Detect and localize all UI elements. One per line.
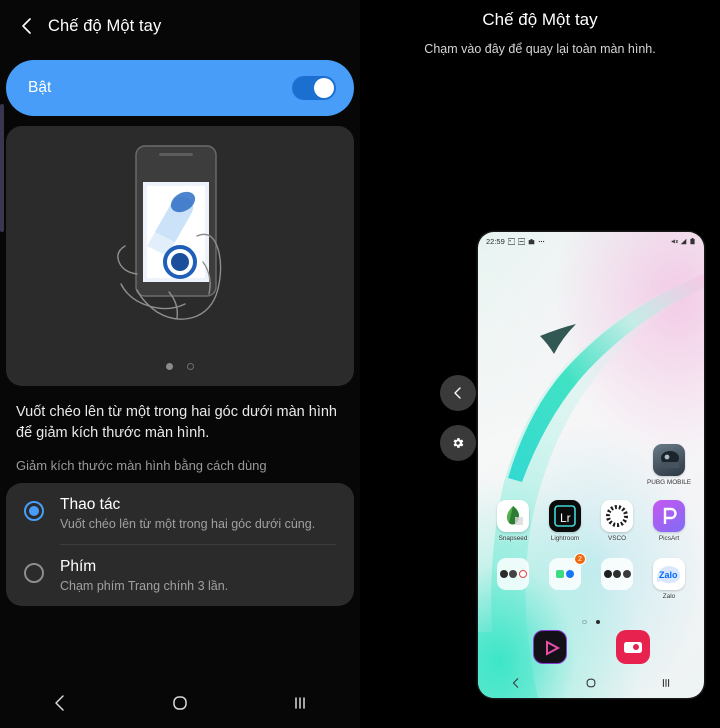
app-label: VSCO	[607, 535, 627, 542]
folder-1[interactable]	[492, 558, 534, 600]
mini-navigation-bar	[478, 672, 704, 694]
home-dot-2[interactable]	[595, 619, 600, 624]
folder-3[interactable]	[596, 558, 638, 600]
app-label: PicsArt	[658, 535, 680, 542]
svg-text:Lr: Lr	[560, 511, 571, 525]
notification-badge: 2	[574, 553, 586, 565]
option-subtitle: Vuốt chéo lên từ một trong hai góc dưới …	[60, 517, 316, 532]
toggle-knob	[314, 78, 334, 98]
radio-button-unselected[interactable]	[24, 563, 44, 584]
carousel-dot-2[interactable]	[187, 363, 194, 370]
folder-dark-icon	[601, 558, 633, 590]
app-label: Lightroom	[550, 535, 580, 542]
mode-options-card: Thao tác Vuốt chéo lên từ một trong hai …	[6, 483, 354, 607]
vsco-icon	[601, 500, 633, 532]
app-row-2: Snapseed Lr Lightroom VSCO PicsArt	[492, 500, 690, 542]
illustration-card	[6, 126, 354, 386]
option-subtitle: Chạm phím Trang chính 3 lần.	[60, 579, 229, 594]
system-navigation-bar	[0, 678, 360, 728]
option-title: Phím	[60, 558, 97, 576]
app-vsco[interactable]: VSCO	[596, 500, 638, 542]
mini-dock	[478, 630, 704, 664]
lightroom-icon: Lr	[549, 500, 581, 532]
more-dots-icon	[538, 240, 545, 242]
mini-phone-preview[interactable]: 22:59 PUBG MOBILE Snapseed Lr Lightroom …	[478, 232, 704, 698]
one-handed-mode-panel: Chế độ Một tay Chạm vào đây để quay lại …	[360, 0, 720, 728]
status-left: 22:59	[486, 237, 545, 246]
settings-panel: Chế độ Một tay Bật Vuốt chéo lên từ một …	[0, 0, 360, 728]
battery-icon	[690, 237, 695, 244]
recents-nav-button[interactable]	[270, 683, 330, 723]
screenshot-icon	[517, 237, 525, 245]
app-snapseed[interactable]: Snapseed	[492, 500, 534, 542]
option-title: Thao tác	[60, 496, 121, 514]
radio-button-selected[interactable]	[24, 501, 44, 522]
settings-button[interactable]	[440, 425, 476, 461]
carousel-dot-1[interactable]	[166, 363, 173, 370]
collapse-back-button[interactable]	[440, 375, 476, 411]
option-texts: Phím Chạm phím Trang chính 3 lần.	[60, 558, 228, 593]
app-row-3: 2 Zalo Zalo	[492, 553, 690, 600]
one-handed-subtitle: Chạm vào đây để quay lại toàn màn hình.	[424, 42, 656, 56]
app-label: Snapseed	[498, 535, 528, 542]
page-title: Chế độ Một tay	[48, 16, 162, 35]
description-sub: Giảm kích thước màn hình bằng cách dùng	[16, 458, 267, 474]
svg-text:Zalo: Zalo	[659, 570, 678, 580]
one-handed-gesture-illustration	[85, 134, 275, 364]
mute-icon	[671, 238, 678, 244]
home-dot-1[interactable]	[582, 619, 587, 624]
app-row-1: PUBG MOBILE	[492, 444, 692, 486]
folder-icon	[497, 558, 529, 590]
description-main: Vuốt chéo lên từ một trong hai góc dưới …	[16, 404, 337, 442]
camera-icon[interactable]	[615, 630, 650, 664]
one-handed-mode-toggle-row[interactable]: Bật	[6, 60, 354, 116]
video-player-icon[interactable]	[532, 630, 567, 664]
folder-2-social[interactable]: 2	[544, 553, 586, 600]
app-zalo[interactable]: Zalo Zalo	[648, 558, 690, 600]
app-label: PUBG MOBILE	[646, 479, 692, 486]
edge-scroll-indicator[interactable]	[0, 104, 4, 232]
pubg-mobile-icon	[653, 444, 685, 476]
picsart-icon	[653, 500, 685, 532]
option-button[interactable]: Phím Chạm phím Trang chính 3 lần.	[6, 545, 354, 606]
home-page-dots	[582, 619, 600, 624]
snapseed-icon	[497, 500, 529, 532]
one-handed-title: Chế độ Một tay	[482, 10, 598, 29]
back-chevron-icon[interactable]	[14, 13, 40, 39]
option-texts: Thao tác Vuốt chéo lên từ một trong hai …	[60, 496, 315, 531]
signal-icon	[680, 238, 687, 244]
carousel-dots	[166, 363, 194, 370]
app-picsart[interactable]: PicsArt	[648, 500, 690, 542]
screenshot-root: Chế độ Một tay Bật Vuốt chéo lên từ một …	[0, 0, 720, 728]
mini-status-bar: 22:59	[478, 232, 704, 250]
app-pubg-mobile[interactable]: PUBG MOBILE	[646, 444, 692, 486]
chevron-left-icon[interactable]	[510, 677, 522, 689]
settings-header: Chế độ Một tay	[0, 0, 360, 52]
zalo-icon: Zalo	[653, 558, 685, 590]
option-gesture[interactable]: Thao tác Vuốt chéo lên từ một trong hai …	[6, 483, 354, 544]
app-label: Zalo	[662, 593, 676, 600]
bag-icon	[528, 238, 535, 244]
status-right	[671, 237, 696, 245]
folder-social-icon: 2	[549, 553, 586, 590]
three-bars-icon[interactable]	[660, 677, 672, 689]
image-icon	[507, 237, 515, 245]
toggle-switch[interactable]	[292, 76, 336, 100]
floating-side-buttons	[440, 375, 476, 461]
toggle-label: Bật	[28, 79, 52, 96]
status-time: 22:59	[486, 236, 505, 246]
circle-icon[interactable]	[585, 677, 597, 689]
home-nav-button[interactable]	[150, 683, 210, 723]
app-lightroom[interactable]: Lr Lightroom	[544, 500, 586, 542]
back-nav-button[interactable]	[30, 683, 90, 723]
